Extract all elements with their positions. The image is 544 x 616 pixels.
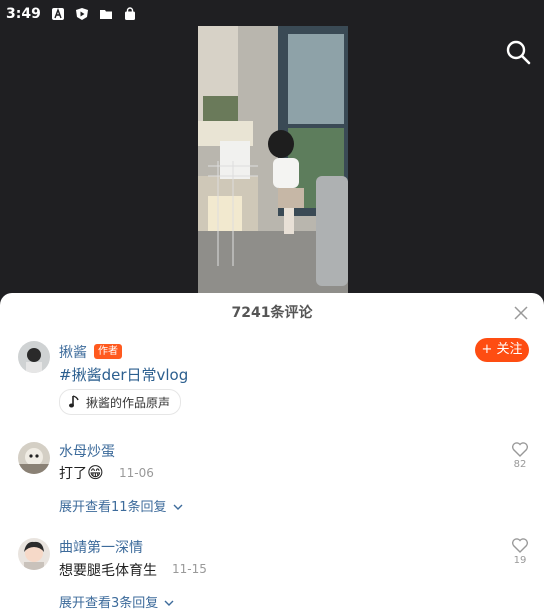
comment-text-content: 打了 bbox=[59, 466, 87, 482]
shopping-bag-icon bbox=[124, 7, 135, 20]
status-bar: 3:49 bbox=[0, 0, 544, 28]
comments-count-title: 7241条评论 bbox=[231, 305, 313, 321]
music-note-icon bbox=[69, 395, 79, 408]
follow-button[interactable]: + 关注 bbox=[475, 338, 529, 362]
video-area[interactable] bbox=[0, 0, 544, 300]
expand-replies-label: 展开查看11条回复 bbox=[59, 500, 167, 515]
author-avatar[interactable] bbox=[18, 341, 50, 373]
search-icon[interactable] bbox=[504, 38, 532, 66]
shield-play-icon bbox=[75, 8, 88, 20]
comment-text: 打了😁 bbox=[59, 463, 104, 483]
chevron-down-icon bbox=[164, 600, 174, 606]
music-chip[interactable]: 揪酱的作品原声 bbox=[59, 389, 182, 415]
like-count: 19 bbox=[513, 555, 527, 566]
commenter-avatar[interactable] bbox=[18, 442, 50, 474]
heart-icon[interactable] bbox=[511, 440, 529, 458]
folder-icon bbox=[99, 10, 112, 19]
commenter-name[interactable]: 曲靖第一深情 bbox=[59, 537, 143, 557]
comment-time: 11-15 bbox=[172, 562, 207, 576]
status-time: 3:49 bbox=[6, 6, 41, 22]
expand-replies-button[interactable]: 展开查看3条回复 bbox=[59, 592, 174, 611]
chevron-down-icon bbox=[173, 504, 183, 510]
expand-replies-label: 展开查看3条回复 bbox=[59, 596, 159, 611]
like-count: 82 bbox=[513, 459, 527, 470]
app-a-icon bbox=[51, 8, 64, 20]
video-thumbnail[interactable] bbox=[198, 26, 348, 294]
post-hashtag[interactable]: #揪酱der日常vlog bbox=[59, 364, 188, 385]
commenter-avatar[interactable] bbox=[18, 538, 50, 570]
grin-emoji: 😁 bbox=[87, 463, 104, 482]
comment-time: 11-06 bbox=[119, 466, 154, 480]
author-name[interactable]: 揪酱 bbox=[59, 342, 87, 362]
comments-sheet: 7241条评论 揪酱 作者 + 关注 #揪酱der日常vlog 揪酱的作品原声 … bbox=[0, 293, 544, 616]
heart-icon[interactable] bbox=[511, 536, 529, 554]
music-title: 揪酱的作品原声 bbox=[86, 395, 171, 410]
author-badge: 作者 bbox=[94, 344, 122, 359]
comment-text: 想要腿毛体育生 bbox=[59, 563, 157, 579]
close-icon[interactable] bbox=[514, 306, 528, 320]
commenter-name[interactable]: 水母炒蛋 bbox=[59, 441, 115, 461]
expand-replies-button[interactable]: 展开查看11条回复 bbox=[59, 496, 183, 515]
